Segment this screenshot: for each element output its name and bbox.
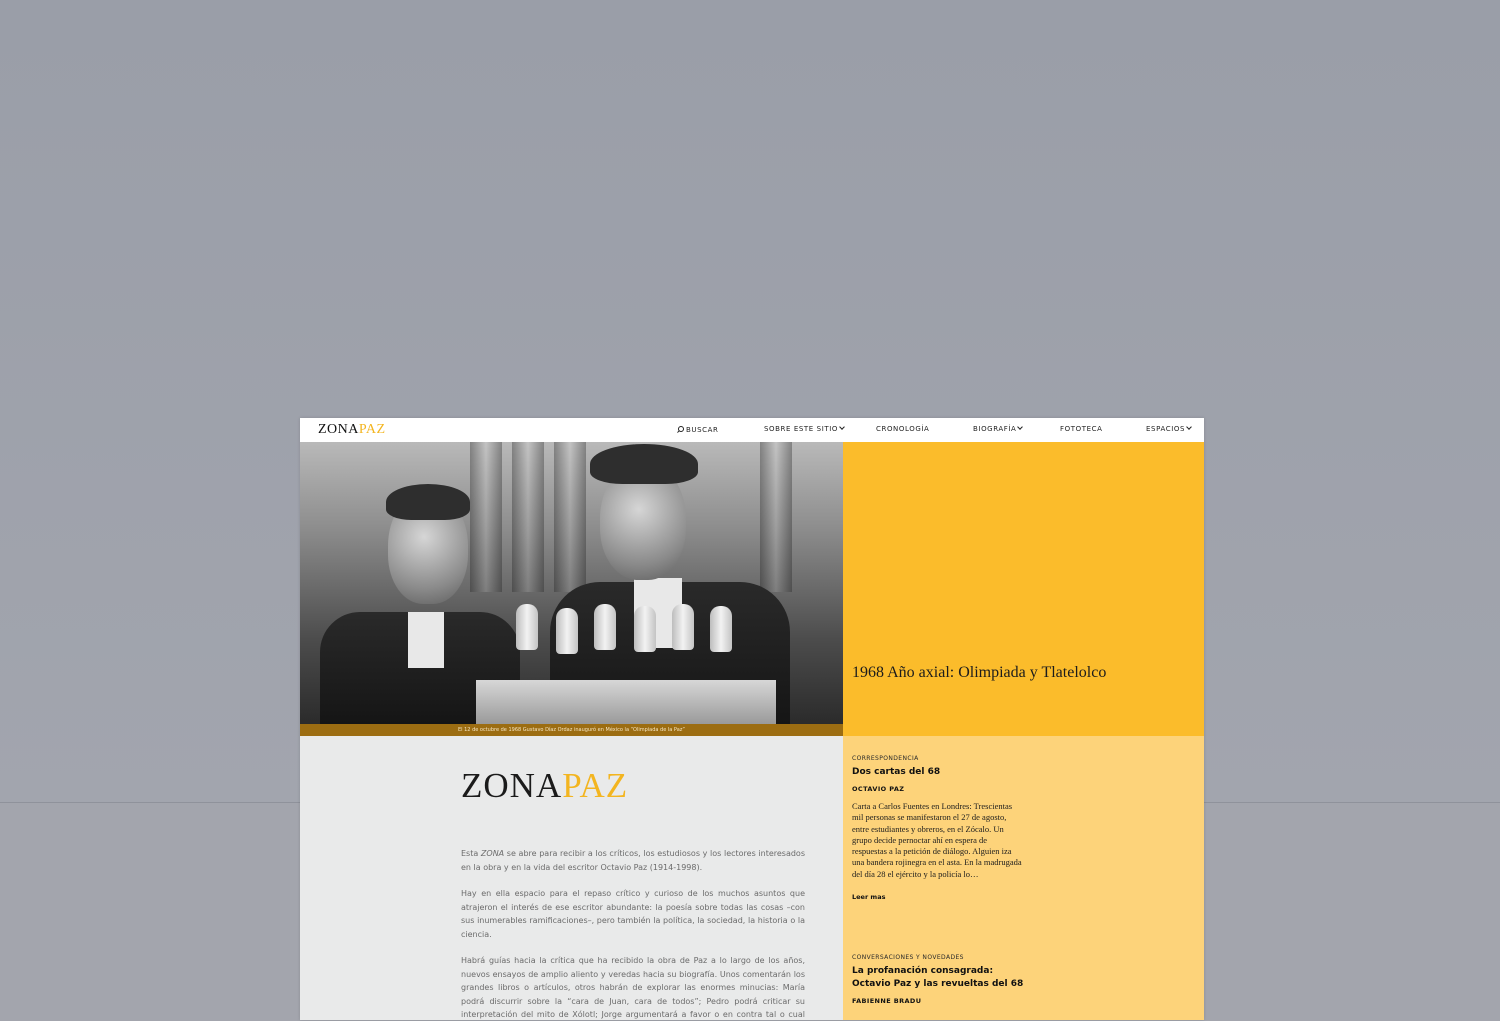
article-title[interactable]: Dos cartas del 68 <box>852 766 1027 779</box>
article-author[interactable]: OCTAVIO PAZ <box>852 785 1027 793</box>
nav-cronologia-label: CRONOLOGÍA <box>876 425 930 433</box>
microphone-icon <box>672 604 694 650</box>
nav-fototeca[interactable]: FOTOTECA <box>1060 425 1103 433</box>
nav-biografia-label: BIOGRAFÍA <box>973 425 1017 433</box>
microphone-icon <box>634 606 656 652</box>
nav-espacios-label: ESPACIOS <box>1146 425 1186 433</box>
search-icon <box>677 426 684 433</box>
read-more-link[interactable]: Leer mas <box>852 893 1027 901</box>
hero-photo[interactable] <box>300 442 843 724</box>
top-navigation: ZONAPAZ BUSCAR SOBRE ESTE SITIO CRONOLOG… <box>300 418 1204 442</box>
chevron-down-icon <box>839 424 845 430</box>
site-logo[interactable]: ZONAPAZ <box>318 422 386 438</box>
website-mockup: ZONAPAZ BUSCAR SOBRE ESTE SITIO CRONOLOG… <box>300 418 1204 1020</box>
microphone-icon <box>710 606 732 652</box>
nav-cronologia[interactable]: CRONOLOGÍA <box>876 425 929 433</box>
article-excerpt: Carta a Carlos Fuentes en Londres: Tresc… <box>852 801 1022 879</box>
intro-text: Esta ZONA se abre para recibir a los crí… <box>461 847 805 1020</box>
featured-story-panel[interactable]: 1968 Año axial: Olimpiada y Tlatelolco <box>843 442 1204 736</box>
intro-paragraph-2: Hay en ella espacio para el repaso críti… <box>461 889 805 939</box>
nav-espacios[interactable]: ESPACIOS <box>1146 424 1192 433</box>
article-category[interactable]: CORRESPONDENCIA <box>852 755 1027 762</box>
nav-search[interactable]: BUSCAR <box>677 425 719 434</box>
article-author[interactable]: FABIENNE BRADU <box>852 997 1027 1005</box>
intro-logo: ZONAPAZ <box>461 766 629 805</box>
featured-story-title[interactable]: 1968 Año axial: Olimpiada y Tlatelolco <box>852 664 1112 682</box>
photo-podium <box>476 680 776 724</box>
intro-section: ZONAPAZ Esta ZONA se abre para recibir a… <box>300 736 843 1020</box>
intro-paragraph-1: Esta ZONA se abre para recibir a los crí… <box>461 849 805 872</box>
microphone-icon <box>594 604 616 650</box>
article-category[interactable]: CONVERSACIONES Y NOVEDADES <box>852 954 1027 961</box>
chevron-down-icon <box>1017 424 1024 430</box>
nav-fototeca-label: FOTOTECA <box>1060 425 1103 433</box>
article-title[interactable]: La profanación consagrada: Octavio Paz y… <box>852 965 1027 991</box>
intro-paragraph-3: Habrá guías hacia la crítica que ha reci… <box>461 956 805 1019</box>
photo-caption: El 12 de octubre de 1968 Gustavo Díaz Or… <box>300 724 843 736</box>
articles-column: CORRESPONDENCIA Dos cartas del 68 OCTAVI… <box>843 736 1204 1020</box>
nav-sobre-label: SOBRE ESTE SITIO <box>764 425 839 433</box>
microphone-icon <box>516 604 538 650</box>
nav-biografia[interactable]: BIOGRAFÍA <box>973 424 1024 433</box>
article-card: CONVERSACIONES Y NOVEDADES La profanació… <box>852 954 1027 1005</box>
microphone-icon <box>556 608 578 654</box>
article-card: CORRESPONDENCIA Dos cartas del 68 OCTAVI… <box>852 755 1027 901</box>
nav-search-label: BUSCAR <box>686 426 719 434</box>
nav-sobre-este-sitio[interactable]: SOBRE ESTE SITIO <box>764 424 845 433</box>
chevron-down-icon <box>1186 424 1192 430</box>
